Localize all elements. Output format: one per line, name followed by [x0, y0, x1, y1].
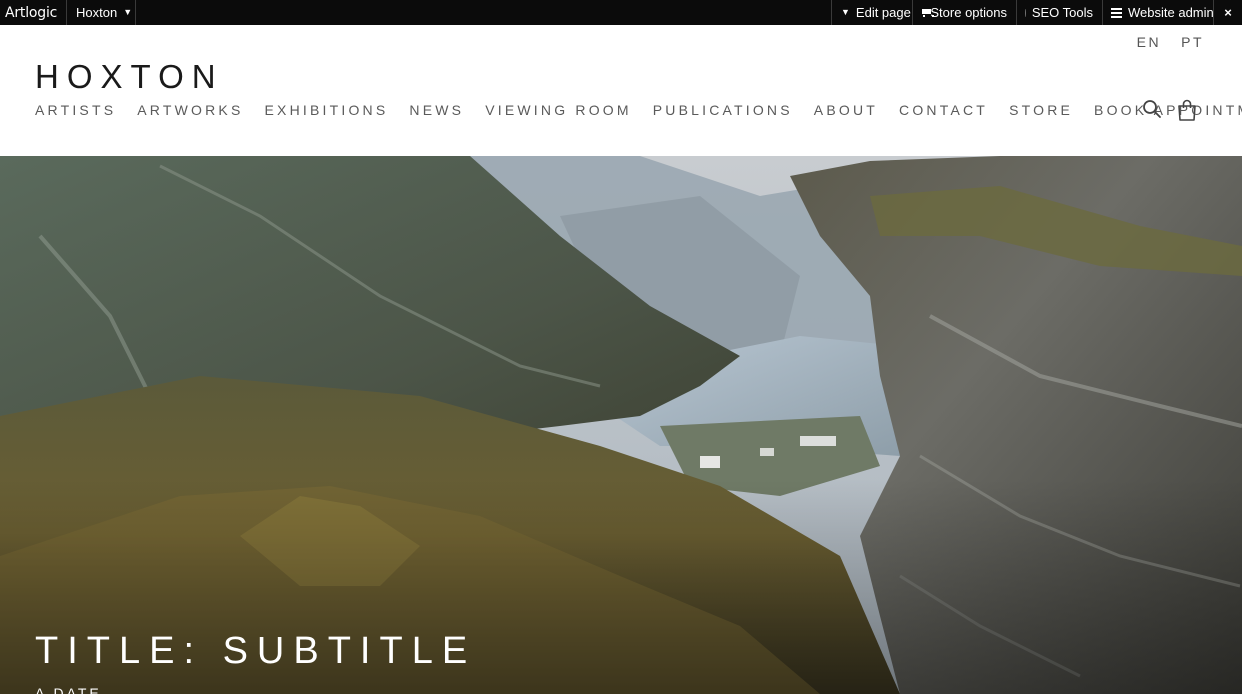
nav-item-book-appointment[interactable]: BOOK APPOINTMENT [1094, 102, 1242, 118]
shopping-bag-icon[interactable] [1177, 99, 1197, 121]
language-switcher: EN PT [1137, 34, 1204, 50]
artlogic-logo[interactable]: Artlogic [0, 0, 68, 25]
hero-date: A DATE [35, 685, 102, 694]
nav-item-publications[interactable]: PUBLICATIONS [653, 102, 793, 118]
nav-item-contact[interactable]: CONTACT [899, 102, 988, 118]
website-admin-label: Website admin [1128, 5, 1214, 20]
seo-tools-label: SEO Tools [1031, 5, 1093, 20]
site-logo[interactable]: HOXTON [35, 58, 224, 96]
site-switcher[interactable]: Hoxton ▼ [66, 0, 136, 25]
admin-bar: Artlogic Hoxton ▼ ▼ Edit page Store opti… [0, 0, 1242, 25]
language-pt[interactable]: PT [1181, 34, 1204, 50]
store-options-button[interactable]: Store options [912, 0, 1017, 25]
language-en[interactable]: EN [1137, 34, 1161, 50]
site-header: EN PT HOXTON ARTISTS ARTWORKS EXHIBITION… [0, 25, 1242, 156]
hero-landscape-image [0, 156, 1242, 694]
caret-down-icon: ▼ [841, 7, 850, 17]
main-nav: ARTISTS ARTWORKS EXHIBITIONS NEWS VIEWIN… [35, 102, 1242, 118]
seo-tools-button[interactable]: SEO Tools [1016, 0, 1103, 25]
store-options-label: Store options [930, 5, 1007, 20]
nav-item-store[interactable]: STORE [1009, 102, 1073, 118]
caret-down-icon: ▼ [123, 7, 133, 17]
nav-item-artists[interactable]: ARTISTS [35, 102, 116, 118]
status-dot-icon [1025, 8, 1026, 17]
nav-item-news[interactable]: NEWS [409, 102, 464, 118]
close-icon[interactable]: × [1214, 0, 1242, 25]
edit-page-button[interactable]: ▼ Edit page [831, 0, 913, 25]
nav-item-viewing-room[interactable]: VIEWING ROOM [485, 102, 632, 118]
edit-page-label: Edit page [855, 5, 911, 20]
menu-icon [1111, 7, 1122, 18]
hero-banner: TITLE: SUBTITLE A DATE [0, 156, 1242, 694]
nav-item-artworks[interactable]: ARTWORKS [137, 102, 243, 118]
cart-icon [921, 8, 936, 17]
hero-title[interactable]: TITLE: SUBTITLE [35, 630, 476, 673]
site-switcher-label: Hoxton [76, 5, 118, 20]
search-icon[interactable] [1142, 99, 1162, 119]
website-admin-button[interactable]: Website admin [1102, 0, 1214, 25]
nav-item-about[interactable]: ABOUT [814, 102, 878, 118]
nav-item-exhibitions[interactable]: EXHIBITIONS [265, 102, 389, 118]
